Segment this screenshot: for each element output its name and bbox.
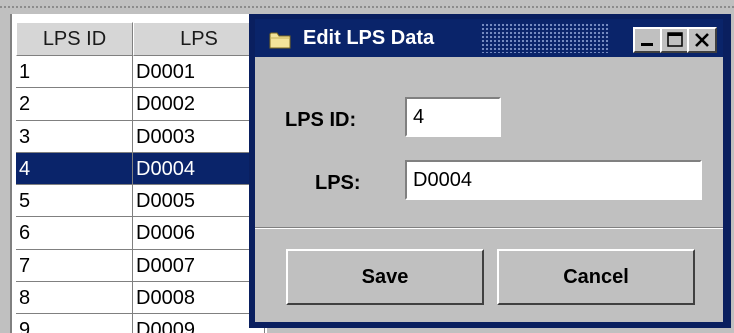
close-icon (695, 33, 709, 47)
minimize-icon (641, 43, 653, 46)
table-row[interactable]: 9 D0009 (16, 314, 267, 333)
cell-lps: D0008 (133, 282, 265, 315)
cell-lps-id: 9 (16, 314, 133, 333)
cell-lps-id: 5 (16, 185, 133, 218)
lps-table: LPS ID LPS 1 D0001 2 D0002 3 D0003 4 D00… (10, 14, 267, 333)
cell-lps-id: 6 (16, 217, 133, 250)
cell-lps: D0005 (133, 185, 265, 218)
table-row[interactable]: 8 D0008 (16, 282, 267, 315)
cell-lps: D0004 (133, 152, 265, 186)
cell-lps: D0003 (133, 120, 265, 153)
titlebar-pattern (481, 23, 609, 53)
table-row[interactable]: 7 D0007 (16, 249, 267, 283)
table-row[interactable]: 6 D0006 (16, 217, 267, 250)
window-top-border (0, 0, 734, 14)
minimize-button[interactable] (633, 27, 663, 53)
lps-field[interactable] (405, 160, 702, 200)
cell-lps-id: 1 (16, 56, 133, 89)
cell-lps-id: 7 (16, 249, 133, 283)
lps-id-label: LPS ID: (285, 109, 357, 131)
table-row[interactable]: 3 D0003 (16, 120, 267, 153)
dialog-body: Edit LPS Data LPS ID: LPS: (253, 17, 725, 324)
maximize-button[interactable] (660, 27, 690, 53)
table-row[interactable]: 1 D0001 (16, 56, 267, 89)
maximize-icon (667, 32, 683, 47)
edit-lps-dialog: Edit LPS Data LPS ID: LPS: (249, 14, 731, 328)
table-row[interactable]: 2 D0002 (16, 88, 267, 121)
column-header-lps[interactable]: LPS (133, 22, 265, 56)
cell-lps: D0001 (133, 56, 265, 89)
cancel-button[interactable]: Cancel (497, 249, 695, 305)
table-row-selected[interactable]: 4 D0004 (16, 152, 267, 186)
button-separator (255, 227, 723, 229)
dialog-titlebar[interactable]: Edit LPS Data (255, 19, 723, 57)
save-button[interactable]: Save (286, 249, 484, 305)
lps-id-field[interactable] (405, 97, 501, 137)
cell-lps: D0006 (133, 217, 265, 250)
lps-label: LPS: (315, 172, 361, 194)
table-row[interactable]: 5 D0005 (16, 185, 267, 218)
cell-lps: D0007 (133, 249, 265, 283)
cell-lps-id: 2 (16, 88, 133, 121)
cell-lps-id: 4 (16, 152, 133, 186)
folder-icon (269, 30, 293, 50)
cell-lps-id: 3 (16, 120, 133, 153)
table-body: 1 D0001 2 D0002 3 D0003 4 D0004 5 D0005 … (16, 56, 267, 333)
close-button[interactable] (687, 27, 717, 53)
cell-lps-id: 8 (16, 282, 133, 315)
column-header-lps-id[interactable]: LPS ID (16, 22, 133, 56)
cell-lps: D0002 (133, 88, 265, 121)
dialog-title: Edit LPS Data (303, 27, 435, 49)
cell-lps: D0009 (133, 314, 265, 333)
